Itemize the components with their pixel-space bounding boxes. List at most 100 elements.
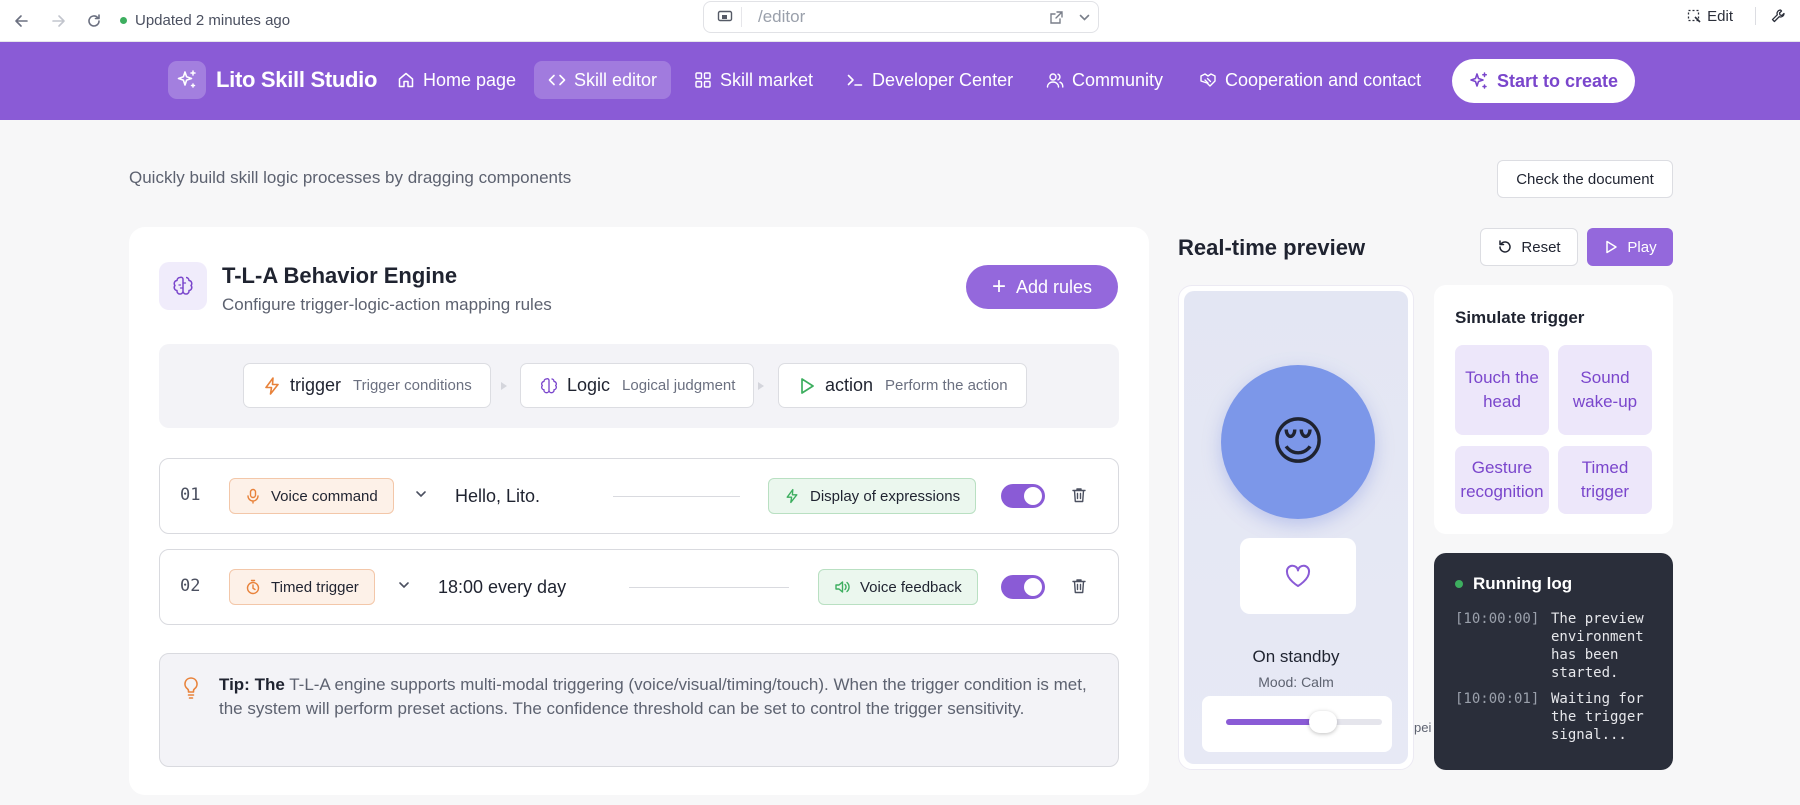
start-to-create-label: Start to create xyxy=(1496,70,1619,91)
add-rules-button[interactable]: + Add rules xyxy=(966,265,1118,309)
flow-action-sub: Perform the action xyxy=(885,377,1008,394)
edit-label: Edit xyxy=(1707,7,1733,25)
address-bar[interactable]: /editor xyxy=(703,1,1099,33)
brand[interactable]: Lito Skill Studio xyxy=(168,61,377,99)
nav-home-page[interactable]: Home page xyxy=(383,61,530,99)
mood-slider-knob[interactable] xyxy=(1308,711,1337,733)
sparkle-logo-icon xyxy=(168,61,206,99)
rule-condition-value[interactable]: Hello, Lito. xyxy=(455,486,540,507)
terminal-icon xyxy=(847,74,863,86)
chevron-down-icon[interactable] xyxy=(1070,11,1098,24)
mood-slider[interactable] xyxy=(1226,719,1382,725)
simulate-gesture-button[interactable]: Gesture recognition xyxy=(1455,446,1549,514)
open-external-icon[interactable] xyxy=(1042,10,1070,25)
brain-icon xyxy=(159,262,207,310)
select-edit-icon xyxy=(1687,9,1701,23)
preview-title: Real-time preview xyxy=(1178,235,1366,260)
mic-icon xyxy=(245,488,261,504)
rule-row[interactable]: 01 Voice command Hello, Lito. Display of… xyxy=(159,458,1119,534)
chevron-down-icon[interactable] xyxy=(414,487,428,501)
trigger-chip[interactable]: Voice command xyxy=(229,478,394,514)
nav-home-page-label: Home page xyxy=(423,69,517,90)
browser-toolbar: Updated 2 minutes ago /editor Edit xyxy=(0,0,1800,42)
simulate-touch-head-button[interactable]: Touch the head xyxy=(1455,345,1549,435)
log-status-dot xyxy=(1455,580,1463,588)
simulate-trigger-card: Simulate trigger Touch the head Sound wa… xyxy=(1434,285,1673,534)
update-status-text: Updated 2 minutes ago xyxy=(135,12,291,29)
play-icon xyxy=(801,377,814,394)
flow-logic-label: Logic xyxy=(567,375,611,395)
simulate-sound-wakeup-button[interactable]: Sound wake-up xyxy=(1558,345,1652,435)
simulate-timed-trigger-button[interactable]: Timed trigger xyxy=(1558,446,1652,514)
action-chip[interactable]: Display of expressions xyxy=(768,478,977,514)
rule-enabled-toggle[interactable] xyxy=(1001,484,1045,508)
reset-label: Reset xyxy=(1521,238,1561,256)
engine-title: T-L-A Behavior Engine xyxy=(222,263,458,288)
cast-icon[interactable] xyxy=(708,7,742,27)
rule-row[interactable]: 02 Timed trigger 18:00 every day Voice f… xyxy=(159,549,1119,625)
log-entry: [10:00:00] The preview environment has b… xyxy=(1455,610,1661,682)
action-chip-label: Display of expressions xyxy=(810,487,961,505)
url-text[interactable]: /editor xyxy=(758,7,1042,27)
play-icon xyxy=(1606,240,1618,254)
edit-button[interactable]: Edit xyxy=(1687,8,1733,25)
users-icon xyxy=(1046,73,1064,88)
log-message: Waiting for the trigger signal... xyxy=(1551,691,1644,743)
nav-skill-editor-label: Skill editor xyxy=(574,69,658,90)
mood-slider-card xyxy=(1202,696,1392,752)
trash-icon[interactable] xyxy=(1070,486,1088,504)
log-message: The preview environment has been started… xyxy=(1551,611,1644,681)
action-chip-label: Voice feedback xyxy=(860,578,962,596)
nav-skill-market[interactable]: Skill market xyxy=(680,61,827,99)
action-chip[interactable]: Voice feedback xyxy=(818,569,978,605)
play-label: Play xyxy=(1627,238,1657,256)
plus-icon: + xyxy=(991,273,1006,300)
simulate-title: Simulate trigger xyxy=(1455,308,1585,327)
reset-button[interactable]: Reset xyxy=(1480,228,1578,266)
flow-chip-logic: Logic Logical judgment xyxy=(520,363,755,408)
nav-developer-center[interactable]: Developer Center xyxy=(832,61,1027,99)
toolbar-actions: Edit xyxy=(1687,0,1800,32)
rule-number: 02 xyxy=(180,576,201,596)
log-time: [10:00:00] xyxy=(1455,611,1540,627)
clipped-label: pei xyxy=(1414,720,1432,735)
log-title-text: Running log xyxy=(1473,574,1573,593)
start-to-create-button[interactable]: Start to create xyxy=(1452,59,1635,103)
play-button[interactable]: Play xyxy=(1587,228,1673,266)
log-entry: [10:00:01] Waiting for the trigger signa… xyxy=(1455,690,1661,744)
bolt-icon xyxy=(784,488,800,504)
nav-community[interactable]: Community xyxy=(1032,61,1177,99)
chevron-down-icon[interactable] xyxy=(397,578,411,592)
brain-icon xyxy=(541,377,557,393)
tip-text: Tip: The T-L-A engine supports multi-mod… xyxy=(219,673,1099,721)
back-arrow-icon[interactable] xyxy=(8,7,36,35)
handshake-icon xyxy=(1200,73,1216,87)
connector-line xyxy=(629,587,789,588)
forward-arrow-icon[interactable] xyxy=(44,7,72,35)
device-preview: 😌 On standby Mood: Calm xyxy=(1178,285,1414,770)
log-time: [10:00:01] xyxy=(1455,691,1540,707)
sparkle-icon xyxy=(1470,72,1488,89)
timer-icon xyxy=(245,579,261,595)
home-icon xyxy=(398,72,414,88)
wrench-icon[interactable] xyxy=(1770,8,1786,24)
top-navigation: Lito Skill Studio Home page Skill editor… xyxy=(0,42,1800,120)
page-subtitle: Quickly build skill logic processes by d… xyxy=(129,168,572,187)
check-document-button[interactable]: Check the document xyxy=(1497,160,1673,198)
device-mood: Mood: Calm xyxy=(1258,674,1334,690)
rule-enabled-toggle[interactable] xyxy=(1001,575,1045,599)
update-status: Updated 2 minutes ago xyxy=(120,12,290,29)
toolbar-divider xyxy=(1755,7,1756,25)
flow-arrow xyxy=(758,382,764,390)
trigger-chip[interactable]: Timed trigger xyxy=(229,569,375,605)
tip-label: Tip: The xyxy=(219,675,285,694)
heart-card[interactable] xyxy=(1240,538,1356,614)
device-screen: 😌 On standby Mood: Calm xyxy=(1184,291,1408,764)
log-title: Running log xyxy=(1455,574,1572,594)
tip-box: Tip: The T-L-A engine supports multi-mod… xyxy=(159,653,1119,767)
nav-skill-editor[interactable]: Skill editor xyxy=(534,61,672,99)
rule-condition-value[interactable]: 18:00 every day xyxy=(438,577,566,598)
reload-icon[interactable] xyxy=(80,7,108,35)
nav-cooperation-contact[interactable]: Cooperation and contact xyxy=(1185,61,1435,99)
trash-icon[interactable] xyxy=(1070,577,1088,595)
